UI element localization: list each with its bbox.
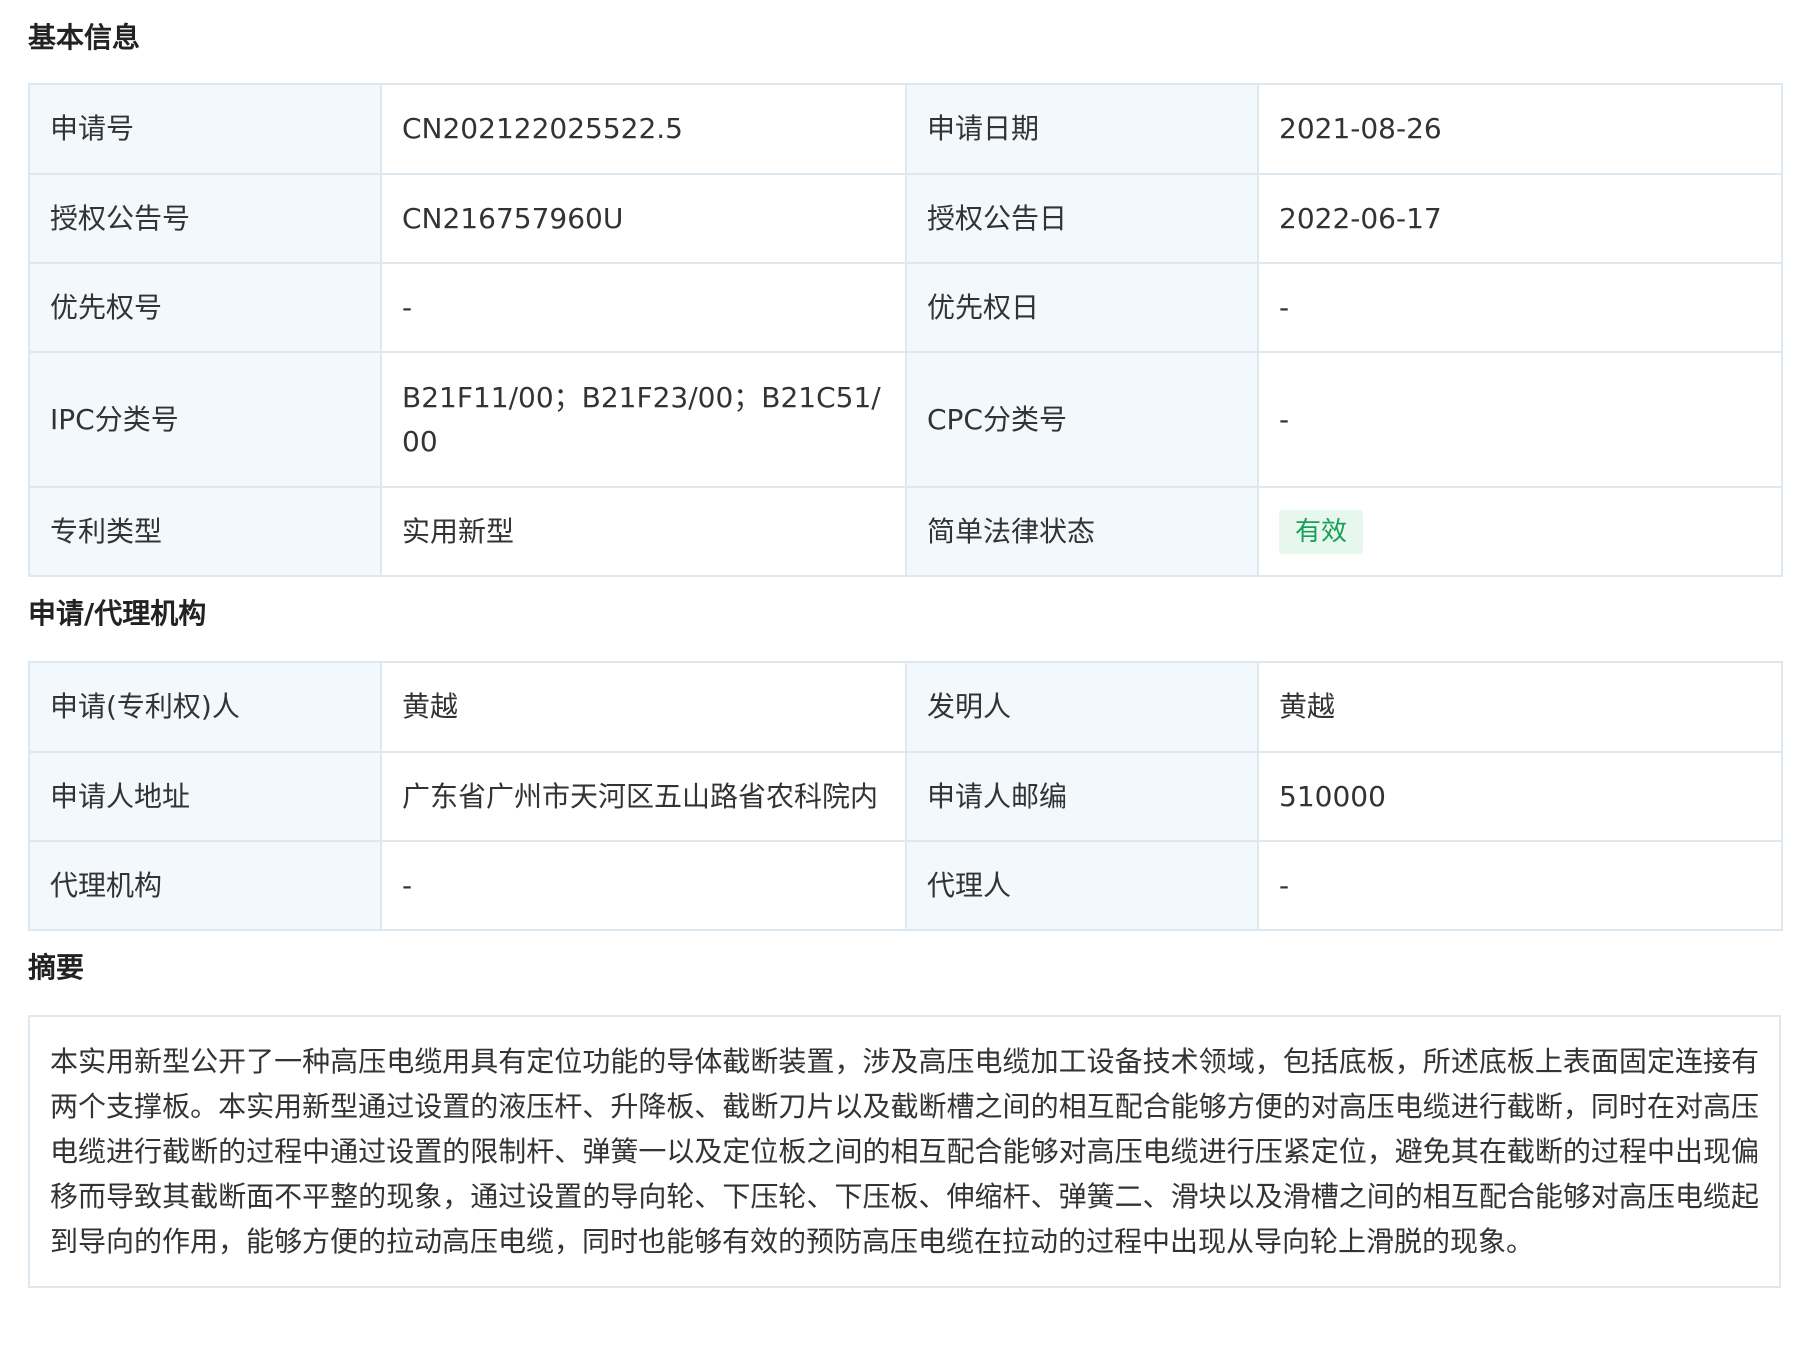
label-application-date: 申请日期: [905, 83, 1259, 175]
value-application-date: 2021-08-26: [1257, 83, 1783, 175]
status-badge: 有效: [1279, 510, 1364, 554]
label-ipc-class: IPC分类号: [28, 351, 382, 488]
label-agency: 代理机构: [28, 840, 382, 931]
label-priority-number: 优先权号: [28, 262, 382, 353]
label-application-number: 申请号: [28, 83, 382, 175]
label-grant-date: 授权公告日: [905, 173, 1259, 264]
value-priority-number: -: [380, 262, 907, 353]
value-priority-date: -: [1257, 262, 1783, 353]
label-inventor: 发明人: [905, 661, 1259, 753]
label-legal-status: 简单法律状态: [905, 486, 1259, 577]
value-applicant-postcode: 510000: [1257, 751, 1783, 842]
table-row: 优先权号 - 优先权日 -: [28, 262, 1783, 353]
table-row: 代理机构 - 代理人 -: [28, 840, 1783, 931]
table-row: 申请号 CN202122025522.5 申请日期 2021-08-26: [28, 83, 1783, 175]
basic-info-table: 申请号 CN202122025522.5 申请日期 2021-08-26 授权公…: [28, 83, 1783, 577]
label-applicant-address: 申请人地址: [28, 751, 382, 842]
table-row: 专利类型 实用新型 简单法律状态 有效: [28, 486, 1783, 577]
label-cpc-class: CPC分类号: [905, 351, 1259, 488]
label-agent: 代理人: [905, 840, 1259, 931]
value-agent: -: [1257, 840, 1783, 931]
table-row: 申请(专利权)人 黄越 发明人 黄越: [28, 661, 1783, 753]
value-applicant-address: 广东省广州市天河区五山路省农科院内: [380, 751, 907, 842]
abstract-box: 本实用新型公开了一种高压电缆用具有定位功能的导体截断装置，涉及高压电缆加工设备技…: [28, 1015, 1781, 1288]
value-patent-type: 实用新型: [380, 486, 907, 577]
section-title-agency: 申请/代理机构: [28, 597, 207, 630]
value-applicant: 黄越: [380, 661, 907, 753]
section-title-abstract: 摘要: [28, 951, 85, 984]
section-title-basic-info: 基本信息: [28, 21, 141, 54]
value-agency: -: [380, 840, 907, 931]
value-grant-number: CN216757960U: [380, 173, 907, 264]
value-ipc-class: B21F11/00；B21F23/00；B21C51/00: [380, 351, 907, 488]
label-grant-number: 授权公告号: [28, 173, 382, 264]
value-legal-status: 有效: [1257, 486, 1783, 577]
abstract-text: 本实用新型公开了一种高压电缆用具有定位功能的导体截断装置，涉及高压电缆加工设备技…: [50, 1045, 1759, 1258]
table-row: 授权公告号 CN216757960U 授权公告日 2022-06-17: [28, 173, 1783, 264]
table-row: IPC分类号 B21F11/00；B21F23/00；B21C51/00 CPC…: [28, 351, 1783, 488]
label-priority-date: 优先权日: [905, 262, 1259, 353]
value-inventor: 黄越: [1257, 661, 1783, 753]
label-applicant-postcode: 申请人邮编: [905, 751, 1259, 842]
patent-detail-page: 基本信息 申请号 CN202122025522.5 申请日期 2021-08-2…: [28, 0, 1783, 1288]
label-patent-type: 专利类型: [28, 486, 382, 577]
label-applicant: 申请(专利权)人: [28, 661, 382, 753]
agency-table: 申请(专利权)人 黄越 发明人 黄越 申请人地址 广东省广州市天河区五山路省农科…: [28, 661, 1783, 931]
value-application-number: CN202122025522.5: [380, 83, 907, 175]
value-cpc-class: -: [1257, 351, 1783, 488]
value-grant-date: 2022-06-17: [1257, 173, 1783, 264]
table-row: 申请人地址 广东省广州市天河区五山路省农科院内 申请人邮编 510000: [28, 751, 1783, 842]
